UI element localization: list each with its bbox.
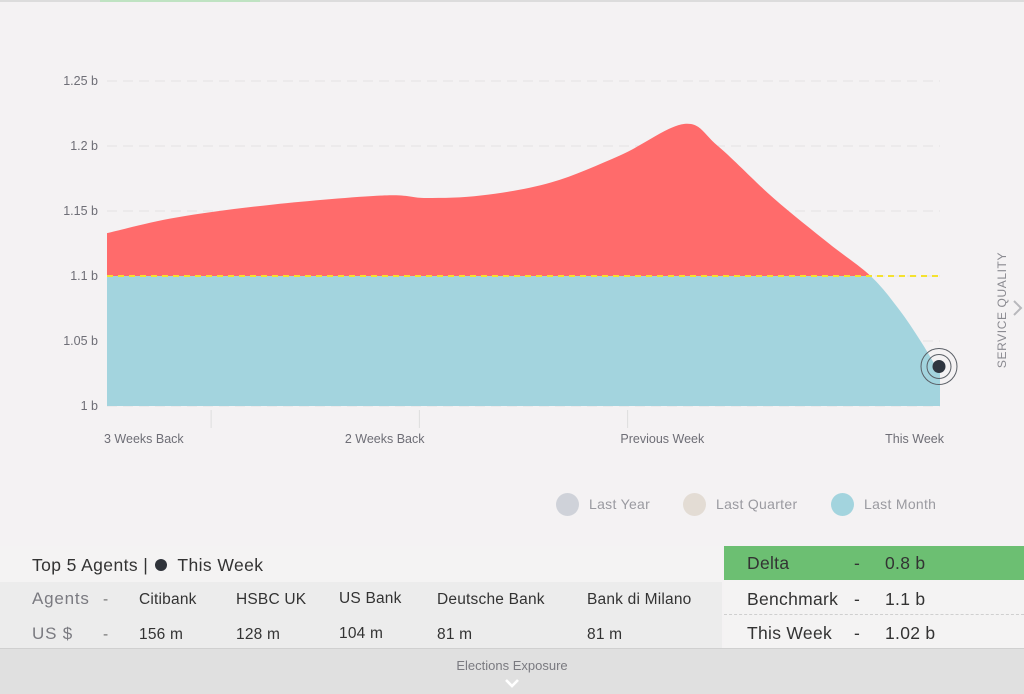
legend-label: Last Quarter — [716, 496, 798, 512]
legend-item-last-quarter[interactable]: Last Quarter — [683, 492, 797, 516]
delta-value: 0.8 b — [885, 553, 926, 573]
agent-amount: 81 m — [437, 626, 473, 643]
this-week-dot-icon — [155, 559, 168, 571]
y-tick-label: 1.05 b — [63, 334, 98, 348]
legend-swatch — [831, 492, 854, 516]
benchmark-separator: - — [854, 589, 861, 609]
legend-swatch — [683, 492, 706, 516]
top-agents-title: Top 5 Agents | This Week — [32, 555, 263, 576]
y-tick-label: 1.1 b — [70, 269, 98, 283]
agents-row-separator: - — [103, 591, 109, 608]
area-chart: 1.25 b 1.2 b 1.15 b 1.1 b 1.05 b 1 b 3 Weeks … — [63, 74, 958, 446]
metrics-divider — [724, 614, 1024, 615]
this-week-label: This Week — [747, 623, 833, 643]
delta-separator: - — [854, 553, 861, 573]
metrics-panel: Delta - 0.8 b Benchmark - 1.1 b This Wee… — [724, 546, 1024, 648]
chevron-right-icon[interactable] — [1012, 298, 1024, 318]
agent-name: HSBC UK — [236, 591, 307, 608]
top-agents-panel: Top 5 Agents | This Week Agents - Citiba… — [0, 546, 722, 648]
service-quality-label[interactable]: SERVICE QUALITY — [995, 252, 1009, 368]
top-agents-header: Top 5 Agents | This Week — [0, 546, 722, 582]
this-week-row: This Week - 1.02 b — [724, 616, 1024, 650]
x-tick-label: 2 Weeks Back — [345, 432, 425, 446]
elections-exposure-drawer[interactable]: Elections Exposure — [0, 648, 1024, 694]
y-axis: 1.25 b 1.2 b 1.15 b 1.1 b 1.05 b 1 b — [63, 74, 98, 413]
agent-amount: 128 m — [236, 626, 281, 643]
chevron-down-icon[interactable] — [504, 678, 520, 688]
agent-name: Deutsche Bank — [437, 591, 545, 608]
legend-item-last-month[interactable]: Last Month — [831, 492, 936, 516]
y-tick-label: 1 b — [81, 399, 98, 413]
y-tick-label: 1.2 b — [70, 139, 98, 153]
benchmark-row: Benchmark - 1.1 b — [724, 582, 1024, 616]
x-axis: 3 Weeks Back 2 Weeks Back Previous Week Thi… — [104, 410, 945, 446]
top-agents-title-text: Top 5 Agents | — [32, 555, 149, 575]
x-tick-label: Previous Week — [620, 432, 705, 446]
legend-item-last-year[interactable]: Last Year — [556, 492, 650, 516]
legend-label: Last Month — [864, 496, 937, 512]
this-week-separator: - — [854, 623, 861, 643]
agent-amount: 104 m — [339, 625, 384, 642]
x-tick-label: 3 Weeks Back — [104, 432, 184, 446]
agents-row-label: Agents — [32, 589, 90, 608]
top-agents-period: This Week — [177, 555, 264, 575]
elections-exposure-label: Elections Exposure — [456, 658, 568, 673]
benchmark-label: Benchmark — [747, 589, 839, 609]
agent-name: Citibank — [139, 591, 197, 608]
agent-name: US Bank — [339, 590, 402, 607]
amount-row-separator: - — [103, 626, 109, 643]
agent-amount: 156 m — [139, 626, 184, 643]
this-week-value: 1.02 b — [885, 623, 936, 643]
summary-panel: Top 5 Agents | This Week Agents - Citiba… — [0, 546, 1024, 648]
delta-label: Delta — [747, 553, 790, 573]
legend-swatch — [556, 492, 579, 516]
area-layer — [107, 123, 940, 406]
y-tick-label: 1.25 b — [63, 74, 98, 88]
legend-label: Last Year — [589, 496, 651, 512]
marker-dot — [932, 360, 946, 373]
benchmark-value: 1.1 b — [885, 589, 926, 609]
x-tick-label: This Week — [885, 432, 945, 446]
amount-row-label: US $ — [32, 624, 73, 643]
delta-row: Delta - 0.8 b — [724, 546, 1024, 580]
y-tick-label: 1.15 b — [63, 204, 98, 218]
agent-amount: 81 m — [587, 626, 623, 643]
agent-name: Bank di Milano — [587, 591, 692, 608]
